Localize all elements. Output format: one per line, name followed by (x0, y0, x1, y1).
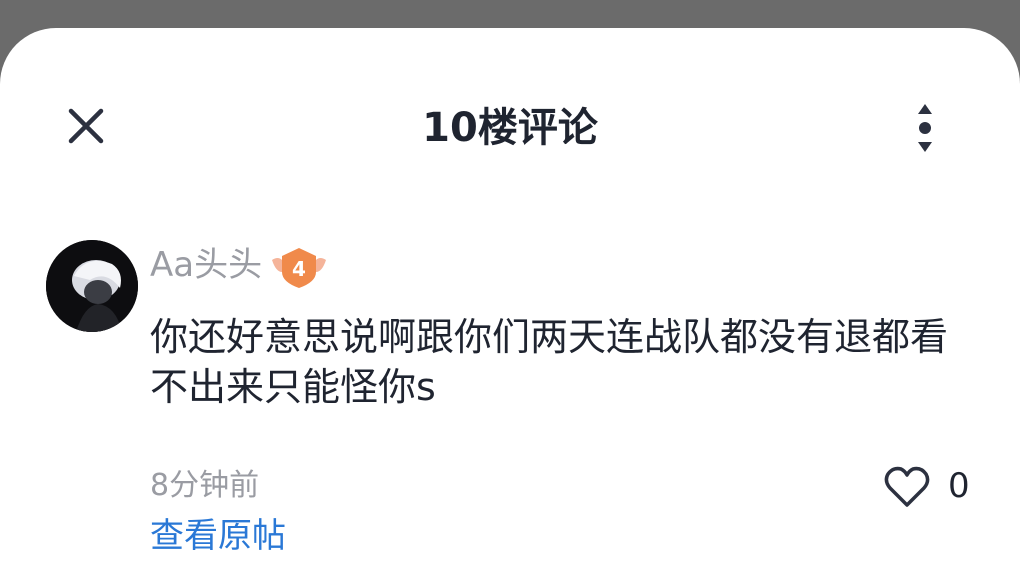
timestamp: 8分钟前 (150, 468, 260, 503)
more-options-button[interactable] (900, 98, 950, 158)
username[interactable]: Aa头头 (150, 242, 262, 288)
more-vertical-icon (918, 104, 932, 152)
heart-icon (884, 466, 930, 507)
view-original-link[interactable]: 查看原帖 (150, 514, 286, 558)
page-title: 10楼评论 (422, 105, 598, 151)
like-button[interactable] (880, 460, 934, 514)
comment-sheet: 10楼评论 Aa头头 4 你还好意思说啊跟你们两天连战队都没有退都看不出来只能怪… (0, 28, 1020, 568)
like-count: 0 (948, 466, 970, 506)
level-number: 4 (292, 257, 306, 281)
avatar[interactable] (46, 240, 138, 332)
comment-text: 你还好意思说啊跟你们两天连战队都没有退都看不出来只能怪你s (150, 315, 949, 409)
level-badge: 4 (268, 246, 330, 290)
